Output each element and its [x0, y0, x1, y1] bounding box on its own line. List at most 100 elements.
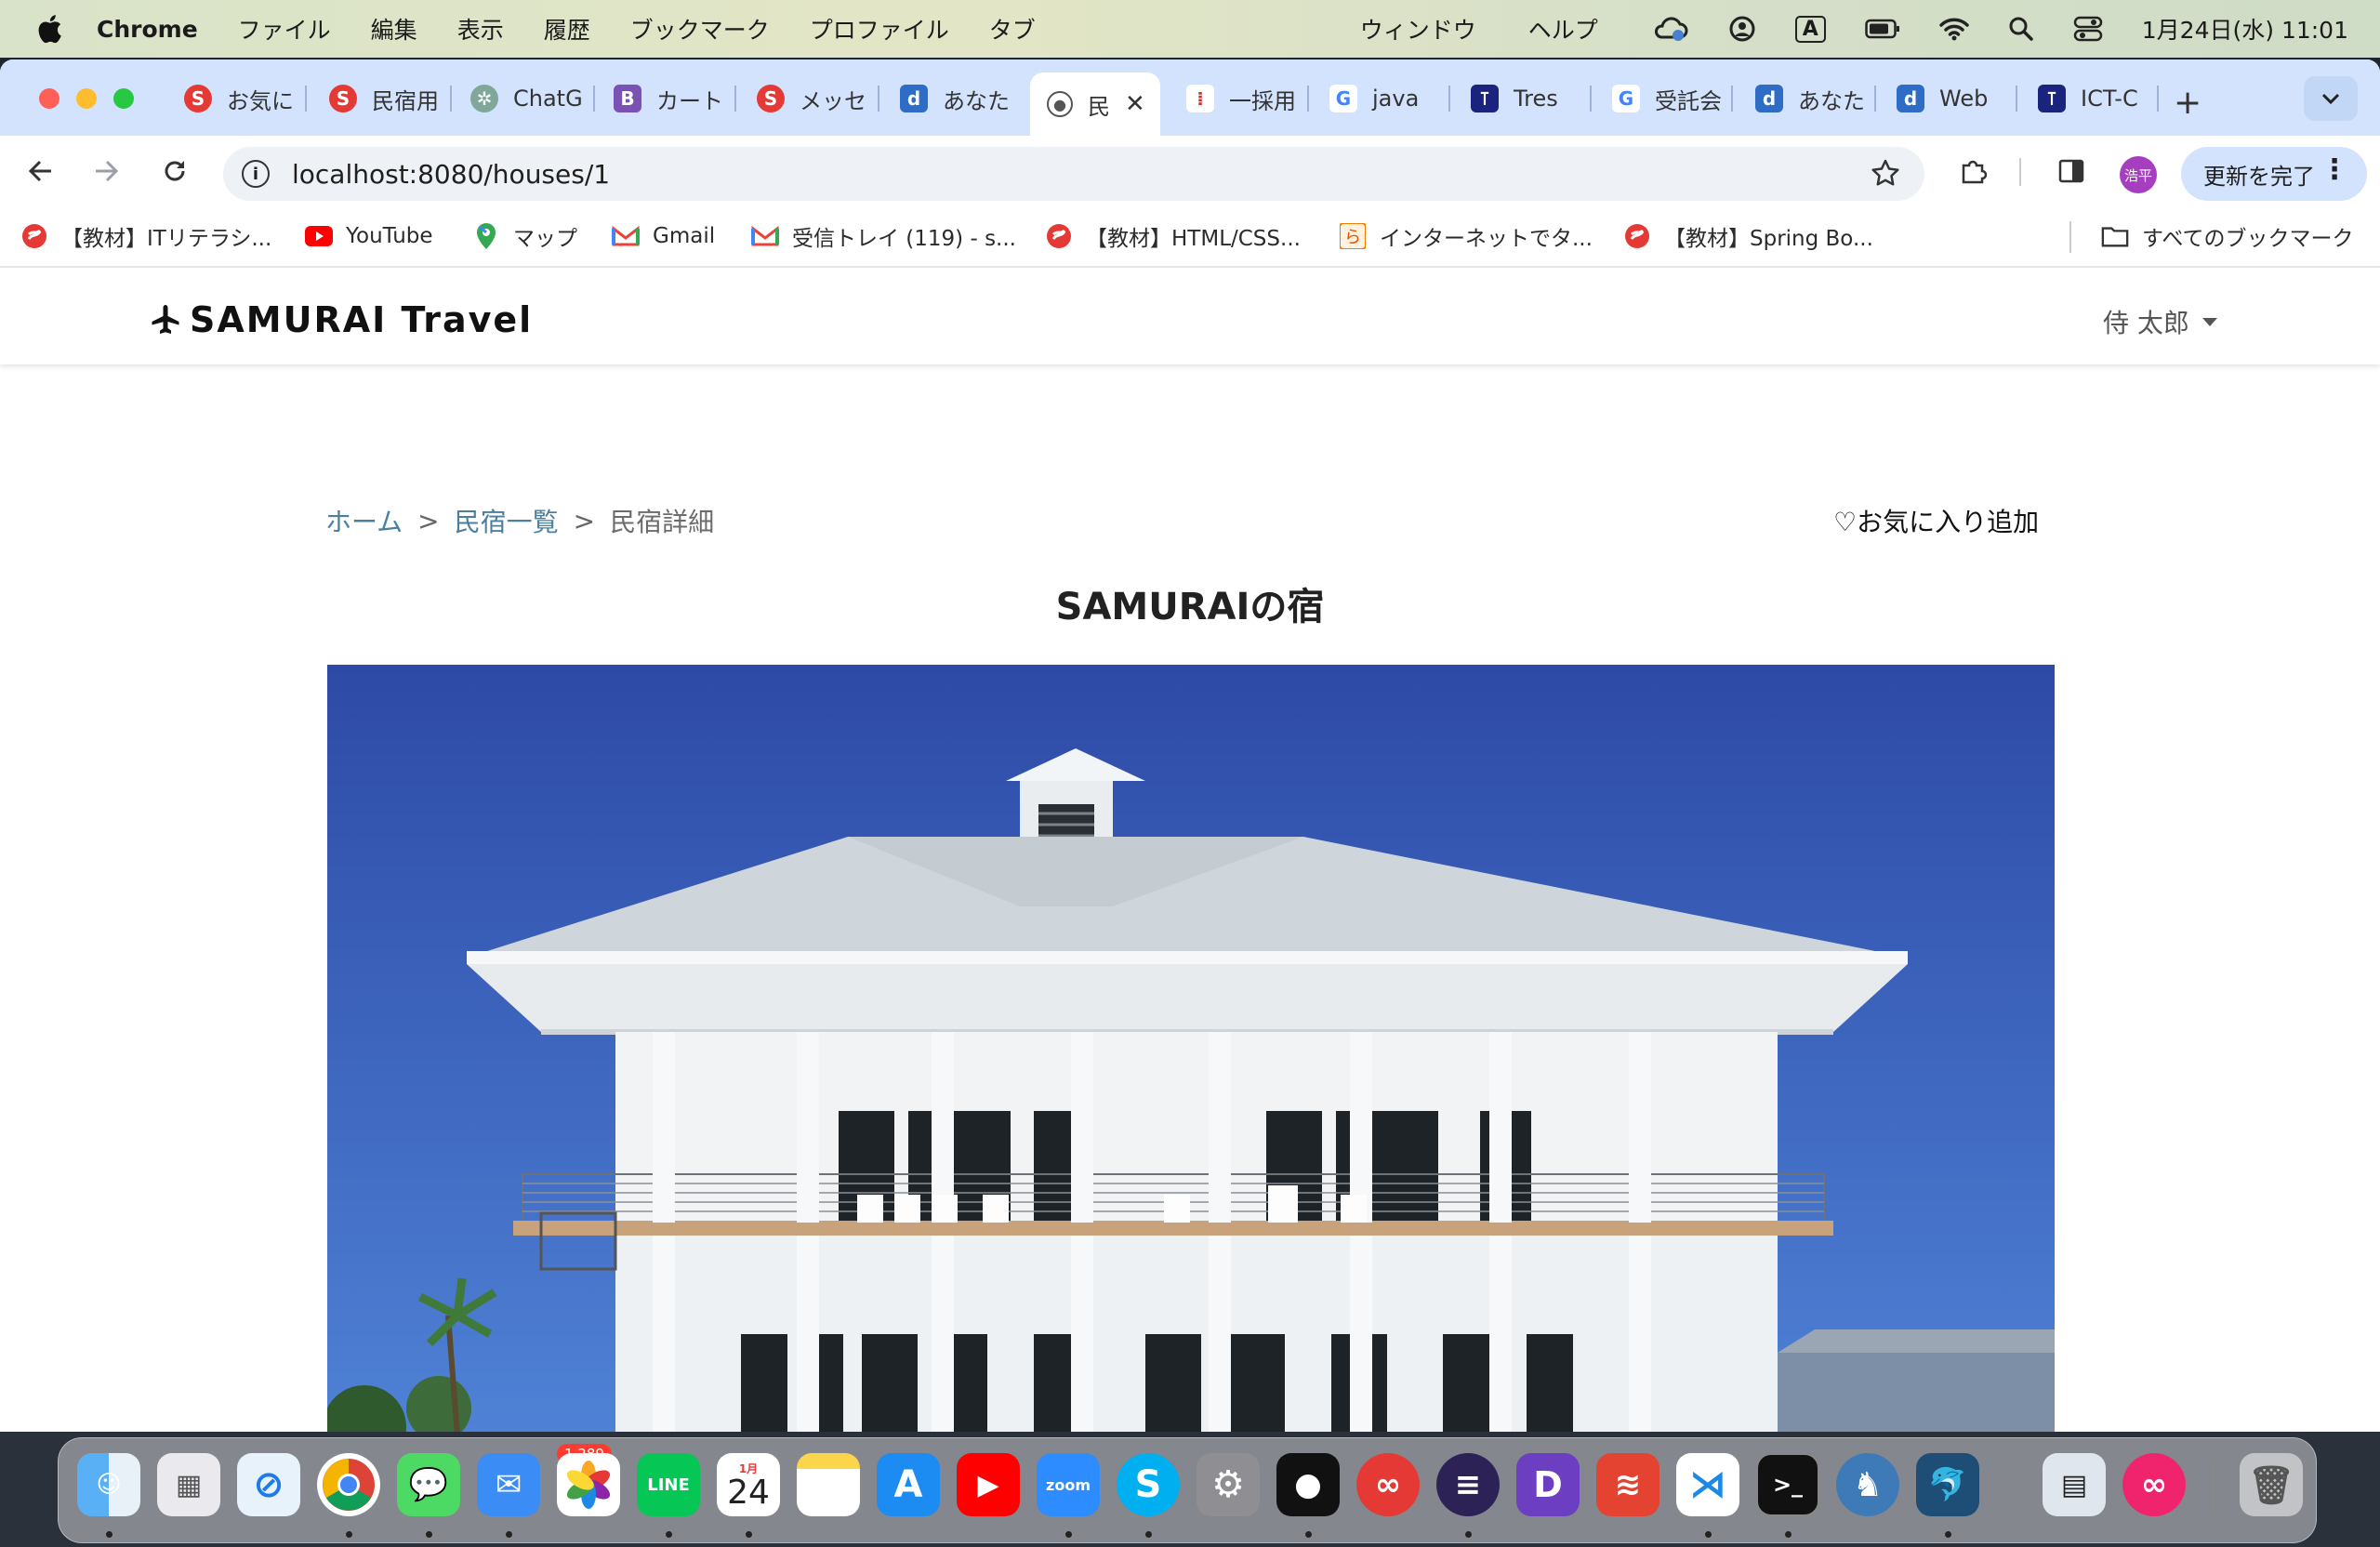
notes-icon[interactable]	[797, 1453, 860, 1516]
reload-button[interactable]	[154, 151, 195, 192]
site-info-icon[interactable]: i	[242, 160, 270, 188]
close-tab-icon[interactable]: ✕	[1125, 90, 1145, 118]
cloud-sync-icon[interactable]	[1652, 15, 1689, 43]
tab-message[interactable]: S メッセ	[757, 80, 879, 117]
menu-profile[interactable]: プロファイル	[810, 12, 949, 46]
update-button[interactable]: 更新を完了 ⋮	[2181, 147, 2367, 201]
bookmark-youtube[interactable]: YouTube	[305, 219, 433, 253]
minimize-window-button[interactable]	[76, 88, 97, 109]
finder-icon[interactable]: ☺	[77, 1453, 140, 1516]
close-window-button[interactable]	[39, 88, 60, 109]
bookmarks-divider	[2069, 221, 2071, 253]
mail-icon[interactable]: ✉	[477, 1453, 540, 1516]
control-center-icon[interactable]	[2073, 16, 2103, 42]
breadcrumb-list-link[interactable]: 民宿一覧	[455, 502, 559, 539]
spotlight-search-icon[interactable]	[2008, 16, 2034, 42]
menu-help[interactable]: ヘルプ	[1528, 12, 1598, 46]
cc-icon[interactable]: ∞	[2122, 1453, 2186, 1516]
bookmark-inbox[interactable]: 受信トレイ (119) - s...	[751, 219, 1016, 253]
tableplus-icon[interactable]: ♞	[1836, 1453, 1899, 1516]
photos-icon[interactable]	[557, 1453, 620, 1516]
menu-tab[interactable]: タブ	[989, 12, 1036, 46]
trash-icon[interactable]: 🗑	[2240, 1453, 2303, 1516]
skype-icon[interactable]: S	[1117, 1453, 1180, 1516]
mysql-icon[interactable]: 🐬	[1916, 1453, 1979, 1516]
d-icon[interactable]: D	[1516, 1453, 1580, 1516]
breadcrumb: ホーム > 民宿一覧 > 民宿詳細	[325, 502, 714, 539]
breadcrumb-home-link[interactable]: ホーム	[325, 502, 403, 539]
tab-minshuku[interactable]: S 民宿用	[329, 80, 452, 117]
running-indicator	[1785, 1531, 1792, 1538]
tab-tres[interactable]: ⊺ Tres	[1471, 80, 1592, 117]
tab-cart[interactable]: B カート	[614, 80, 736, 117]
bookmark-html-css[interactable]: 【教材】HTML/CSS...	[1045, 219, 1301, 253]
apple-icon[interactable]	[35, 14, 63, 44]
forward-button[interactable]	[86, 151, 126, 192]
zoom-icon[interactable]: zoom	[1037, 1453, 1100, 1516]
house-title: SAMURAIの宿	[1055, 586, 1325, 628]
safari-icon[interactable]: ⊘	[237, 1453, 300, 1516]
menu-history[interactable]: 履歴	[544, 12, 590, 46]
profile-avatar[interactable]: 浩平	[2120, 156, 2157, 193]
zoom-window-button[interactable]	[113, 88, 134, 109]
github-icon[interactable]: ●	[1276, 1453, 1340, 1516]
menu-app-name[interactable]: Chrome	[97, 16, 198, 43]
site-logo[interactable]: SAMURAI Travel	[149, 299, 533, 340]
new-tab-button[interactable]: +	[2174, 84, 2202, 122]
wifi-icon[interactable]	[1939, 17, 1969, 41]
menubar-clock[interactable]: 1月24日(水) 11:01	[2142, 12, 2348, 46]
tab-ict[interactable]: ⊺ ICT-C	[2038, 80, 2159, 117]
battery-icon[interactable]	[1865, 18, 1900, 40]
tab-web[interactable]: d Web	[1897, 80, 2017, 117]
tab-house-detail-active[interactable]: ● 民 ✕	[1030, 73, 1160, 136]
creative-icon[interactable]: ∞	[1356, 1453, 1420, 1516]
more-vert-icon[interactable]: ⋮	[2320, 156, 2348, 184]
tab-favorites[interactable]: S お気に	[184, 80, 307, 117]
menu-window[interactable]: ウィンドウ	[1360, 12, 1476, 46]
bookmark-internet[interactable]: らインターネットでタ...	[1339, 219, 1593, 253]
tab-anata-1[interactable]: d あなた	[900, 80, 1023, 117]
tab-recruit[interactable]: ⁞ 一採用	[1186, 80, 1309, 117]
bookmark-gmail[interactable]: Gmail	[612, 219, 715, 253]
settings-icon[interactable]: ⚙	[1197, 1453, 1260, 1516]
tab-search-button[interactable]	[2304, 76, 2358, 121]
appstore-icon[interactable]: A	[877, 1453, 940, 1516]
extensions-button[interactable]	[1952, 151, 1993, 192]
menu-bookmarks[interactable]: ブックマーク	[630, 12, 770, 46]
breadcrumb-separator: >	[417, 505, 440, 536]
messages-icon[interactable]: 💬	[397, 1453, 460, 1516]
terminal-icon[interactable]: >_	[1756, 1453, 1819, 1516]
menu-file[interactable]: ファイル	[238, 12, 331, 46]
bookmark-star-icon[interactable]	[1871, 158, 1900, 194]
todoist-icon[interactable]: ≋	[1596, 1453, 1659, 1516]
maps-icon	[472, 222, 500, 250]
menu-view[interactable]: 表示	[457, 12, 504, 46]
youtube-icon[interactable]: ▶	[957, 1453, 1020, 1516]
menu-edit[interactable]: 編集	[371, 12, 417, 46]
eclipse-icon[interactable]: ≡	[1436, 1453, 1500, 1516]
address-bar[interactable]: i localhost:8080/houses/1	[223, 147, 1924, 201]
user-account-icon[interactable]	[1728, 15, 1756, 43]
add-favorite-link[interactable]: ♡お気に入り追加	[1833, 502, 2039, 539]
puzzle-icon	[1962, 160, 1988, 184]
tab-label: あなた	[1798, 87, 1865, 114]
tab-anata-2[interactable]: d あなた	[1755, 80, 1876, 117]
bookmark-it-literacy[interactable]: 【教材】ITリテラシ...	[20, 219, 271, 253]
calendar-icon[interactable]: 1月 24	[717, 1453, 780, 1516]
side-panel-button[interactable]	[2051, 151, 2092, 192]
line-icon[interactable]: LINE	[637, 1453, 700, 1516]
tab-jutaku[interactable]: G 受託会	[1612, 80, 1733, 117]
vscode-icon[interactable]: ⋊	[1676, 1453, 1739, 1516]
back-button[interactable]	[20, 151, 61, 192]
preview-icon[interactable]: ▤	[2043, 1453, 2106, 1516]
user-dropdown[interactable]: 侍 太郎	[2103, 303, 2217, 340]
launchpad-icon[interactable]: ▦	[157, 1453, 220, 1516]
tab-java[interactable]: Gjava	[1329, 80, 1450, 117]
tab-chatgpt[interactable]: ✲ ChatG	[470, 80, 595, 117]
all-bookmarks-button[interactable]: すべてのブックマーク	[2101, 219, 2353, 253]
bookmark-spring-boot[interactable]: 【教材】Spring Bo...	[1623, 219, 1873, 253]
bookmark-maps[interactable]: マップ	[472, 219, 577, 253]
chrome-icon[interactable]	[317, 1453, 380, 1516]
input-mode-icon[interactable]: A	[1794, 15, 1826, 43]
url-text[interactable]: localhost:8080/houses/1	[292, 159, 610, 190]
